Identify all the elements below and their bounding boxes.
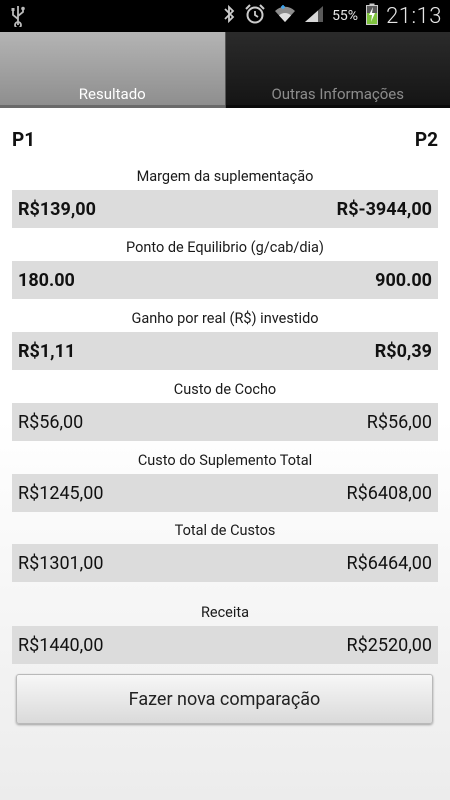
metric-label-receita: Receita	[200, 604, 250, 621]
p2-value: 900.00	[375, 269, 432, 291]
new-comparison-button[interactable]: Fazer nova comparação	[16, 674, 433, 724]
metric-row-custo-cocho: R$56,00 R$56,00	[12, 403, 438, 441]
battery-charging-icon	[366, 3, 379, 29]
status-bar: 55% 21:13	[0, 0, 450, 32]
tab-label: Resultado	[78, 85, 146, 103]
tab-outras-informacoes[interactable]: Outras Informações	[225, 32, 450, 108]
p1-value: R$1,11	[18, 340, 76, 362]
metric-row-ganho-por-real: R$1,11 R$0,39	[12, 332, 438, 370]
clock: 21:13	[386, 3, 442, 29]
p1-label: P1	[12, 128, 36, 151]
metric-label-ganho-por-real: Ganho por real (R$) investido	[131, 310, 319, 327]
alarm-icon	[244, 3, 266, 29]
p1-value: R$1245,00	[18, 482, 104, 504]
signal-icon	[304, 5, 324, 27]
bluetooth-icon	[222, 4, 236, 28]
metric-label-custo-suplemento: Custo do Suplemento Total	[137, 452, 313, 469]
result-content: P1 P2 Margem da suplementação R$139,00 R…	[0, 108, 450, 800]
p2-value: R$0,39	[374, 340, 432, 362]
battery-percent: 55%	[332, 8, 359, 24]
tab-bar: Resultado Outras Informações	[0, 32, 450, 108]
usb-icon	[10, 5, 26, 31]
p2-value: R$2520,00	[346, 634, 432, 656]
tab-resultado[interactable]: Resultado	[0, 32, 226, 108]
metric-label-custo-cocho: Custo de Cocho	[173, 381, 277, 398]
metric-row-margem: R$139,00 R$-3944,00	[12, 190, 438, 228]
tab-label: Outras Informações	[271, 85, 405, 103]
metric-row-total-custos: R$1301,00 R$6464,00	[12, 544, 438, 582]
p2-value: R$6408,00	[346, 482, 432, 504]
metric-label-total-custos: Total de Custos	[174, 522, 276, 539]
metric-label-ponto-equilibrio: Ponto de Equilibrio (g/cab/dia)	[126, 239, 324, 256]
p1-value: R$1440,00	[18, 634, 104, 656]
metric-label-margem: Margem da suplementação	[136, 168, 314, 185]
metric-row-receita: R$1440,00 R$2520,00	[12, 626, 438, 664]
p2-value: R$-3944,00	[336, 198, 432, 220]
p2-value: R$6464,00	[346, 552, 432, 574]
p1-value: 180.00	[18, 269, 75, 291]
p2-value: R$56,00	[366, 411, 432, 433]
metric-row-ponto-equilibrio: 180.00 900.00	[12, 261, 438, 299]
p1-value: R$139,00	[18, 198, 96, 220]
proposal-header: P1 P2	[12, 128, 438, 152]
wifi-icon	[274, 4, 296, 28]
metric-row-custo-suplemento: R$1245,00 R$6408,00	[12, 474, 438, 512]
p1-value: R$1301,00	[18, 552, 104, 574]
p2-label: P2	[414, 128, 438, 151]
p1-value: R$56,00	[18, 411, 84, 433]
